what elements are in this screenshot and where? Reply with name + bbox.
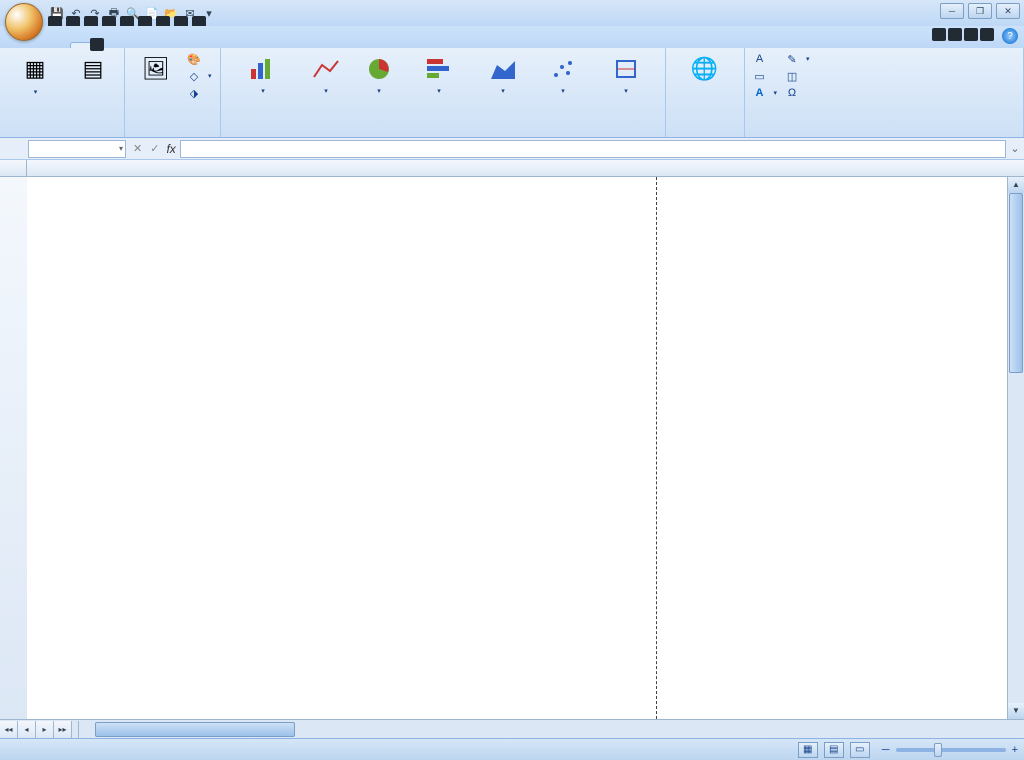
spreadsheet-grid: ▲ ▼ [0, 160, 1024, 719]
enter-formula-icon[interactable]: ✓ [147, 142, 162, 155]
hyperlink-icon: 🌐 [689, 53, 721, 85]
group-text-label [751, 134, 1017, 137]
textbox-button[interactable]: A [751, 51, 780, 67]
help-button[interactable]: ? [1002, 28, 1018, 44]
row-headers [0, 177, 27, 719]
clip-button[interactable]: 🎨 [185, 51, 214, 67]
scatter-chart-button[interactable] [537, 51, 589, 97]
picture-icon: 🖼 [140, 53, 172, 85]
picture-button[interactable]: 🖼 [131, 51, 181, 88]
pagebreak-view-button[interactable]: ▭ [850, 742, 870, 758]
wordart-button[interactable]: A [751, 85, 780, 101]
sheet-tab-bar: ◂◂ ◂ ▸ ▸▸ [0, 719, 1024, 738]
column-chart-button[interactable] [227, 51, 299, 97]
vertical-scrollbar[interactable]: ▲ ▼ [1007, 177, 1024, 719]
first-sheet-button[interactable]: ◂◂ [0, 721, 18, 738]
symbol-icon: Ω [785, 86, 799, 100]
area-chart-button[interactable] [473, 51, 533, 97]
group-tables-label [6, 134, 118, 137]
smartart-icon: ⬗ [187, 86, 201, 100]
object-icon: ◫ [785, 69, 799, 83]
object-button[interactable]: ◫ [783, 68, 812, 84]
hyperlink-button[interactable]: 🌐 [672, 51, 738, 88]
line-chart-icon [310, 53, 342, 85]
vscroll-thumb[interactable] [1009, 193, 1023, 373]
office-button[interactable] [5, 3, 43, 41]
clip-icon: 🎨 [187, 52, 201, 66]
normal-view-button[interactable]: ▦ [798, 742, 818, 758]
scroll-down-icon[interactable]: ▼ [1008, 703, 1024, 719]
bar-chart-button[interactable] [409, 51, 469, 97]
pie-chart-icon [363, 53, 395, 85]
pagelayout-view-button[interactable]: ▤ [824, 742, 844, 758]
shapes-button[interactable]: ◇ [185, 68, 214, 84]
column-chart-icon [247, 53, 279, 85]
line-chart-button[interactable] [303, 51, 349, 97]
fx-button[interactable]: fx [166, 142, 175, 156]
select-all-corner[interactable] [0, 160, 27, 176]
status-bar: ▦ ▤ ▭ ─ + [0, 738, 1024, 760]
column-headers [0, 160, 1024, 177]
last-sheet-button[interactable]: ▸▸ [54, 721, 72, 738]
restore-button[interactable]: ❐ [968, 3, 992, 19]
symbol-button[interactable]: Ω [783, 85, 812, 101]
signature-button[interactable]: ✎ [783, 51, 812, 67]
pivot-table-button[interactable]: ▦ [6, 51, 64, 100]
group-illus-label [131, 134, 214, 137]
cancel-formula-icon[interactable]: ✕ [130, 142, 145, 155]
minimize-button[interactable]: ─ [940, 3, 964, 19]
close-button[interactable]: ✕ [996, 3, 1020, 19]
pivot-table-icon: ▦ [19, 53, 51, 85]
cells[interactable] [27, 177, 1024, 719]
smartart-button[interactable]: ⬗ [185, 85, 214, 101]
other-charts-button[interactable] [593, 51, 659, 97]
textbox-icon: A [753, 52, 767, 66]
ribbon-tabs: ? [0, 26, 1024, 48]
keytips-right [932, 28, 994, 41]
group-charts-label [227, 134, 659, 137]
area-chart-icon [487, 53, 519, 85]
other-charts-icon [610, 53, 642, 85]
scatter-chart-icon [547, 53, 579, 85]
formula-bar: ✕ ✓ fx ⌄ [0, 138, 1024, 160]
pie-chart-button[interactable] [353, 51, 405, 97]
zoom-in-button[interactable]: + [1012, 744, 1018, 756]
table-icon: ▤ [77, 53, 109, 85]
shapes-icon: ◇ [187, 69, 201, 83]
page-break-line [656, 177, 657, 719]
zoom-slider[interactable] [896, 748, 1006, 752]
bar-chart-icon [423, 53, 455, 85]
formula-input[interactable] [180, 140, 1006, 158]
group-links-label [672, 134, 738, 137]
header-footer-button[interactable]: ▭ [751, 68, 780, 84]
name-box[interactable] [28, 140, 126, 158]
hscroll-thumb[interactable] [95, 722, 295, 737]
next-sheet-button[interactable]: ▸ [36, 721, 54, 738]
titlebar: 💾 ↶ ↷ 🖶 🔍 📄 📂 ✉ ▾ ─ ❐ ✕ [0, 0, 1024, 26]
ribbon: ▦ ▤ 🖼 🎨 ◇ ⬗ 🌐 [0, 48, 1024, 138]
horizontal-scrollbar[interactable] [78, 721, 1024, 738]
table-button[interactable]: ▤ [68, 51, 118, 88]
zoom-out-button[interactable]: ─ [882, 744, 890, 756]
header-icon: ▭ [753, 69, 767, 83]
signature-icon: ✎ [785, 52, 799, 66]
zoom-thumb[interactable] [934, 743, 942, 757]
expand-formula-icon[interactable]: ⌄ [1006, 142, 1024, 155]
scroll-up-icon[interactable]: ▲ [1008, 177, 1024, 193]
wordart-icon: A [753, 86, 767, 100]
prev-sheet-button[interactable]: ◂ [18, 721, 36, 738]
